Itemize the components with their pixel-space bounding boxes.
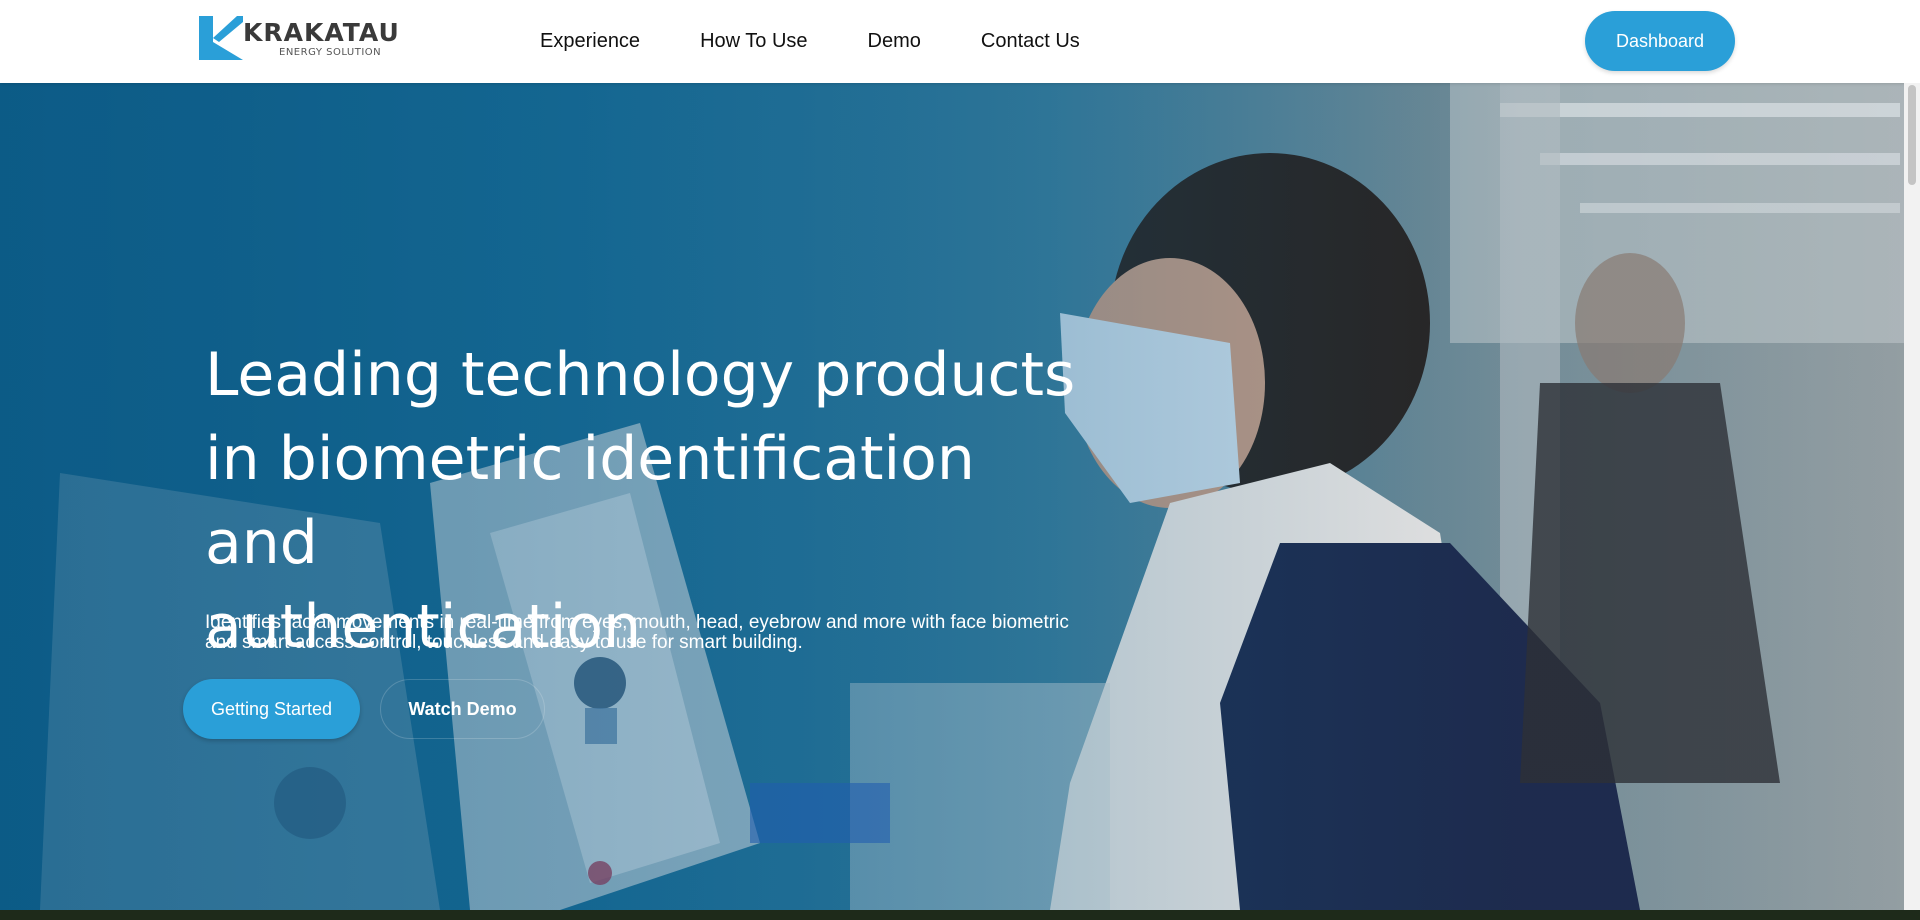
main-nav: Experience How To Use Demo Contact Us xyxy=(540,28,1140,54)
krakatau-logo[interactable]: KRAKATAU ENERGY SOLUTION xyxy=(199,16,399,60)
nav-how-to-use[interactable]: How To Use xyxy=(700,28,807,54)
scrollbar-thumb[interactable] xyxy=(1908,85,1916,185)
nav-contact-us[interactable]: Contact Us xyxy=(981,28,1080,54)
dashboard-button[interactable]: Dashboard xyxy=(1585,11,1735,71)
page-scrollbar[interactable] xyxy=(1904,83,1920,910)
getting-started-button[interactable]: Getting Started xyxy=(183,679,360,739)
nav-experience[interactable]: Experience xyxy=(540,28,640,54)
hero-section: Leading technology products in biometric… xyxy=(0,83,1904,910)
nav-demo[interactable]: Demo xyxy=(868,28,921,54)
site-header: KRAKATAU ENERGY SOLUTION Experience How … xyxy=(0,0,1920,83)
watch-demo-button[interactable]: Watch Demo xyxy=(380,679,545,739)
hero-description: Identifies facial movements in real-time… xyxy=(205,612,1069,653)
brand-name: KRAKATAU xyxy=(243,18,400,47)
hero-title-line-2: in biometric identification and xyxy=(205,424,975,578)
next-section-edge xyxy=(0,910,1920,920)
krakatau-logo-mark-icon xyxy=(199,16,243,60)
hero-title-line-1: Leading technology products xyxy=(205,340,1076,410)
brand-subtitle: ENERGY SOLUTION xyxy=(279,47,382,58)
